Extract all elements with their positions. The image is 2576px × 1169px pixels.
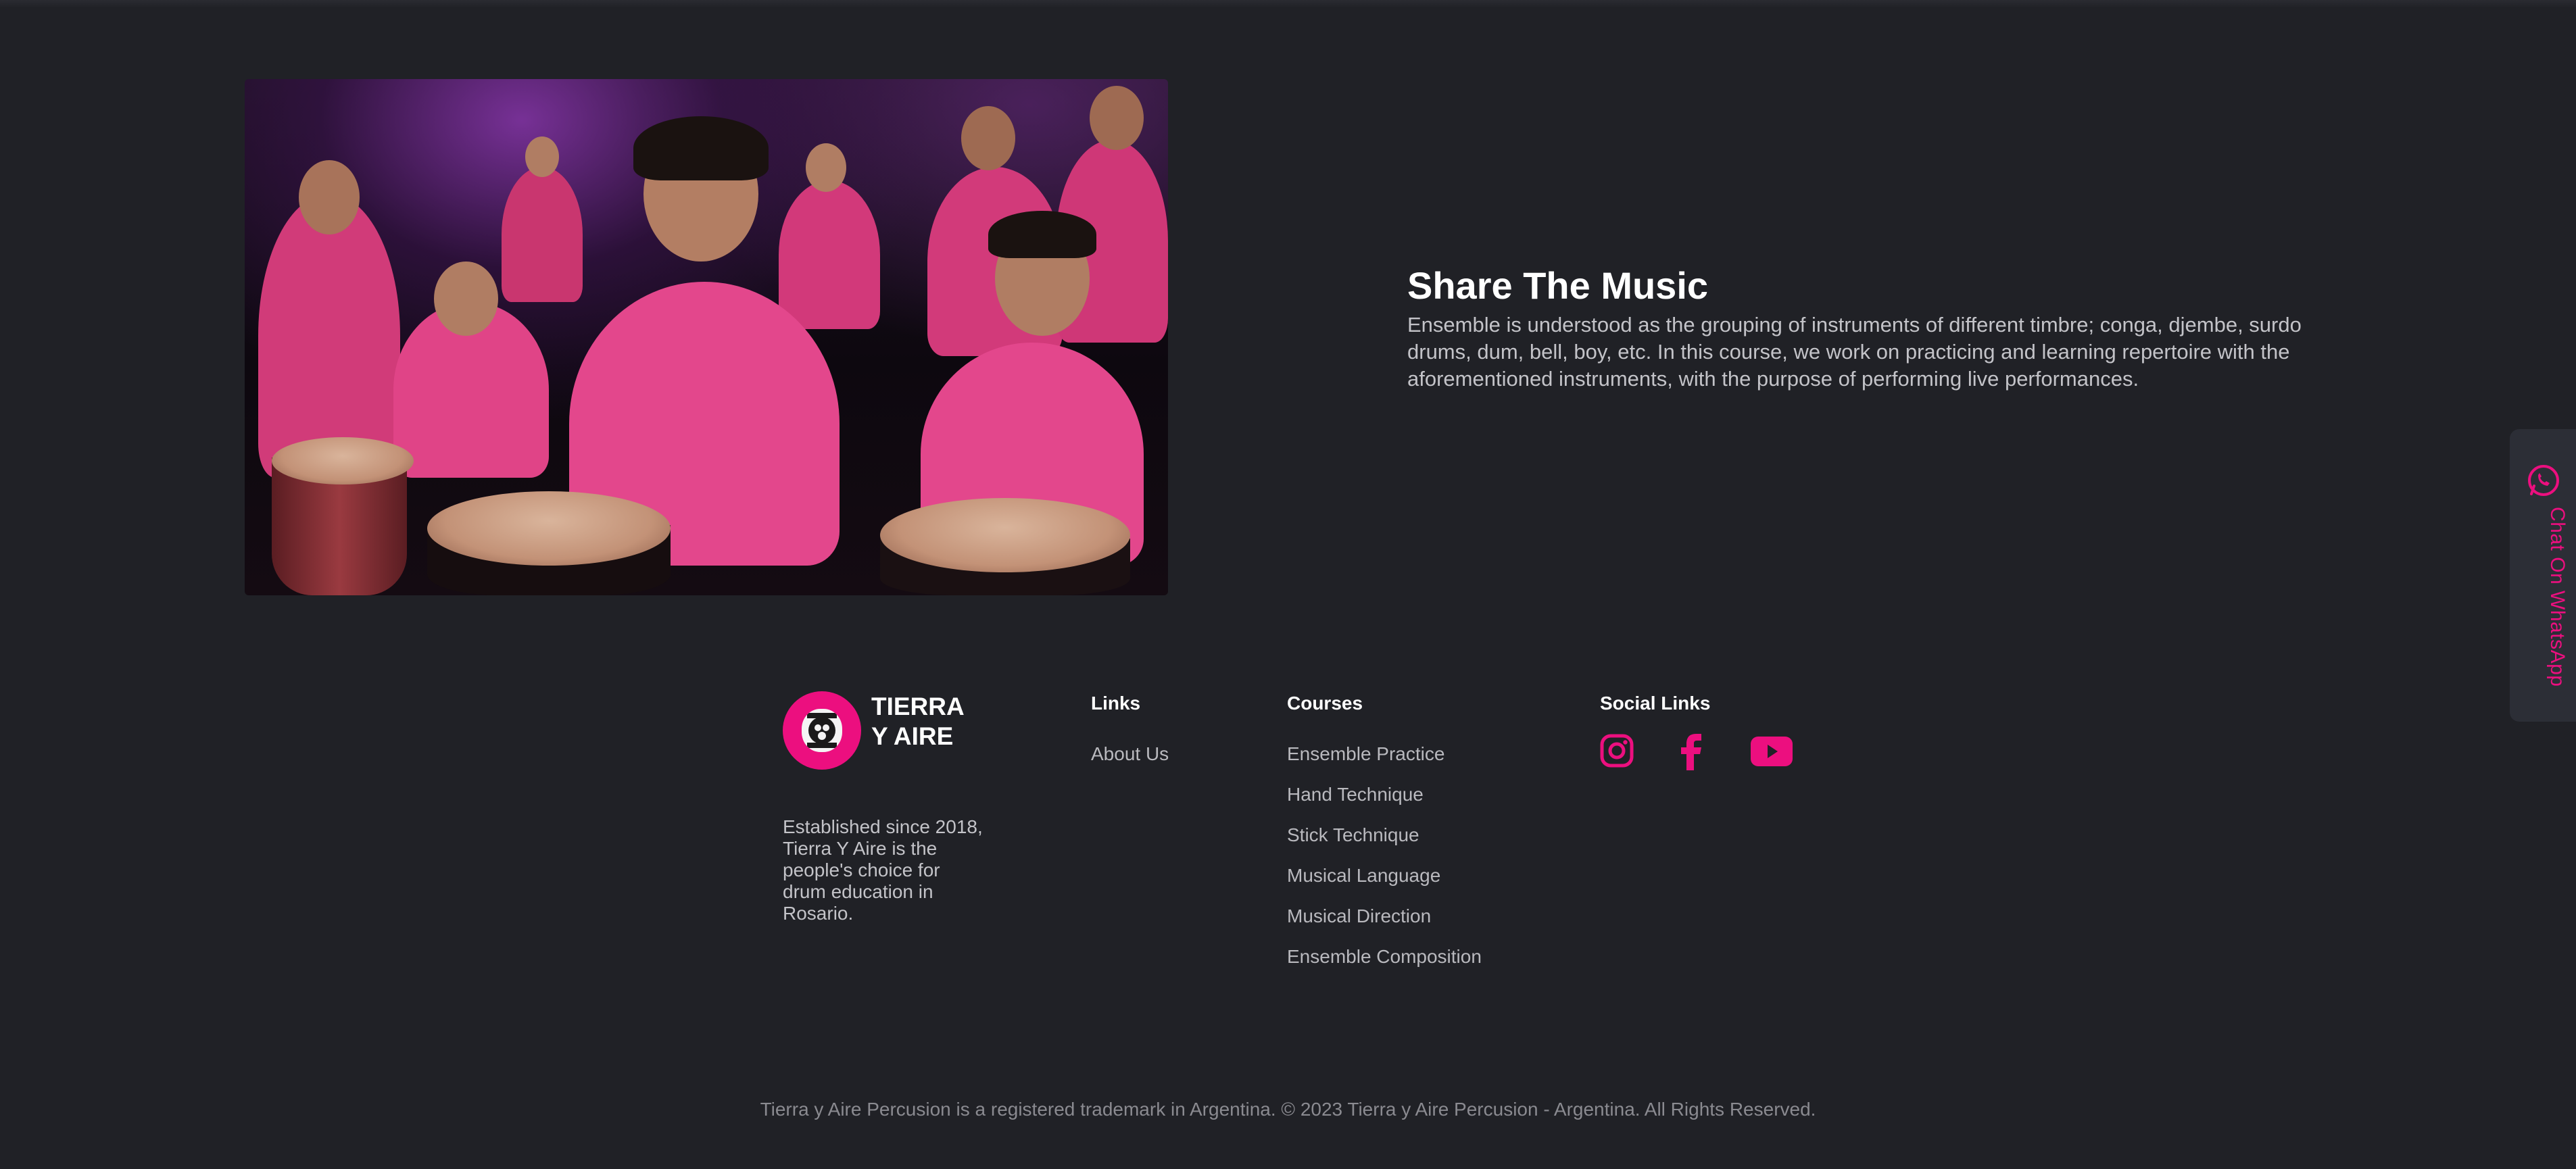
brand-name: TIERRA Y AIRE: [871, 692, 1006, 751]
course-link-stick-technique[interactable]: Stick Technique: [1287, 824, 1419, 846]
course-link-ensemble-practice[interactable]: Ensemble Practice: [1287, 743, 1444, 765]
logo-emblem: [802, 709, 842, 752]
links-heading: Links: [1091, 693, 1141, 714]
facebook-icon[interactable]: [1678, 734, 1705, 770]
course-link-musical-language[interactable]: Musical Language: [1287, 865, 1440, 887]
instagram-icon[interactable]: [1600, 734, 1634, 768]
course-link-hand-technique[interactable]: Hand Technique: [1287, 784, 1424, 805]
course-link-musical-direction[interactable]: Musical Direction: [1287, 905, 1431, 927]
section-title: Share The Music: [1407, 264, 1709, 307]
whatsapp-chat-button[interactable]: Chat On WhatsApp: [2510, 429, 2576, 722]
footer-link-about-us[interactable]: About Us: [1091, 743, 1169, 765]
whatsapp-icon: [2528, 465, 2559, 496]
brand-name-line1: TIERRA: [871, 693, 965, 720]
copyright-text: Tierra y Aire Percusion is a registered …: [760, 1099, 1816, 1120]
courses-heading: Courses: [1287, 693, 1363, 714]
whatsapp-label: Chat On WhatsApp: [2546, 507, 2569, 687]
brand-about: Established since 2018, Tierra Y Aire is…: [783, 816, 983, 924]
section-description: Ensemble is understood as the grouping o…: [1407, 313, 2302, 391]
course-link-ensemble-composition[interactable]: Ensemble Composition: [1287, 946, 1482, 968]
top-band: [0, 0, 2576, 8]
social-heading: Social Links: [1600, 693, 1711, 714]
brand-logo[interactable]: [783, 691, 861, 770]
brand-name-line2: Y AIRE: [871, 722, 954, 750]
ensemble-photo: [245, 79, 1168, 595]
youtube-icon[interactable]: [1751, 737, 1793, 766]
